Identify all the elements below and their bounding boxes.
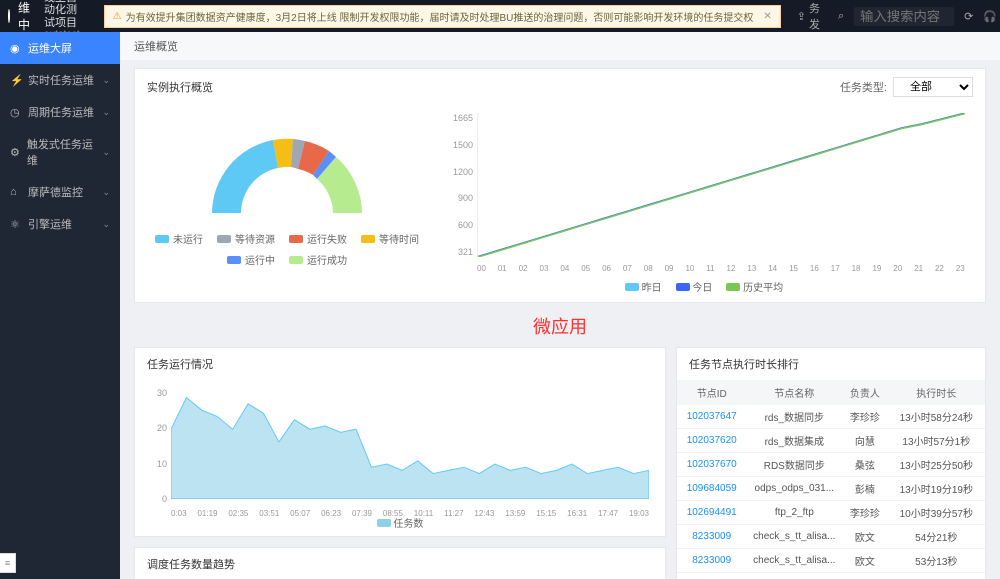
nav-icon: ⚡: [10, 74, 22, 86]
area-chart: 3020100 0:0301:1902:3503:5105:0706:2307:…: [147, 388, 653, 528]
legend-item[interactable]: 运行失败: [289, 231, 347, 246]
nav-icon: ◷: [10, 106, 22, 118]
node-id-link[interactable]: 102037647: [677, 405, 746, 429]
legend-item[interactable]: 等待资源: [217, 231, 275, 246]
legend-item[interactable]: 历史平均: [726, 279, 783, 294]
card-title: 任务运行情况: [147, 356, 213, 372]
sidebar-expand-tab[interactable]: ≡: [0, 553, 16, 573]
filter-label: 任务类型:: [840, 79, 887, 95]
node-id-link[interactable]: 8233009: [677, 549, 746, 573]
topbar: 运维中心 线上自动化测试项目 autotest ⚠ 为有效提升集团数据资产健康度…: [0, 0, 1000, 32]
chevron-down-icon: ⌄: [102, 147, 110, 158]
table-row: 8233009check_s_tt_alisa...欧文53分13秒: [677, 549, 985, 573]
line-chart: 166515001200900600321 000102030405060708…: [443, 113, 965, 273]
legend-item[interactable]: 运行成功: [289, 252, 347, 267]
search-input[interactable]: [854, 7, 954, 26]
table-row: 8233009check_s_tt_alisa...欧文54分21秒: [677, 525, 985, 549]
donut-chart: [197, 113, 377, 223]
logo-icon: [8, 9, 10, 23]
nav-icon: ⚛: [10, 218, 22, 230]
node-id-link[interactable]: 8233009: [677, 573, 746, 579]
main-content: 运维概览 实例执行概览 任务类型: 全部: [120, 32, 1000, 579]
node-id-link[interactable]: 102037670: [677, 453, 746, 477]
micro-app-label: 微应用: [134, 313, 986, 339]
donut-chart-section: 未运行等待资源运行失败等待时间运行中运行成功: [147, 113, 427, 294]
task-type-select[interactable]: 全部: [893, 77, 973, 97]
search-icon: ⌕: [838, 10, 844, 23]
sidebar-item-5[interactable]: ⚛引擎运维⌄: [0, 208, 120, 240]
headset-icon[interactable]: 🎧: [983, 10, 997, 23]
node-duration-rank-card: 任务节点执行时长排行 节点ID节点名称负责人执行时长 102037647rds_…: [676, 347, 986, 579]
table-row: 8233009check_s_tt_alisa...欧文52分15秒: [677, 573, 985, 579]
node-id-link[interactable]: 102694491: [677, 501, 746, 525]
chevron-down-icon: ⌄: [102, 187, 110, 198]
task-run-card: 任务运行情况 3020100 0:0301:1902:3503:5105:070…: [134, 347, 666, 537]
table-header: 负责人: [842, 380, 887, 405]
table-header: 节点ID: [677, 380, 746, 405]
legend-item[interactable]: 未运行: [155, 231, 203, 246]
table-row: 102694491ftp_2_ftp李珍珍10小时39分57秒: [677, 501, 985, 525]
instance-overview-card: 实例执行概览 任务类型: 全部: [134, 68, 986, 303]
node-id-link[interactable]: 109684059: [677, 477, 746, 501]
rank-table: 节点ID节点名称负责人执行时长 102037647rds_数据同步李珍珍13小时…: [677, 380, 985, 579]
chevron-down-icon: ⌄: [102, 75, 110, 86]
legend-item[interactable]: 运行中: [227, 252, 275, 267]
card-title: 实例执行概览: [147, 79, 213, 95]
publish-icon: ⇪: [797, 10, 806, 23]
node-id-link[interactable]: 8233009: [677, 525, 746, 549]
breadcrumb: 运维概览: [120, 32, 1000, 60]
table-row: 102037647rds_数据同步李珍珍13小时58分24秒: [677, 405, 985, 429]
alert-text: 为有效提升集团数据资产健康度，3月2日将上线 限制开发权限功能，届时请及时处理B…: [126, 9, 754, 24]
legend-item[interactable]: 昨日: [625, 279, 662, 294]
table-row: 102037620rds_数据集成向慧13小时57分1秒: [677, 429, 985, 453]
legend-item[interactable]: 今日: [676, 279, 713, 294]
sidebar-item-4[interactable]: ⌂摩萨德监控⌄: [0, 176, 120, 208]
warning-icon: ⚠: [113, 11, 122, 22]
table-row: 109684059odps_odps_031...彭楠13小时19分19秒: [677, 477, 985, 501]
nav-icon: ◉: [10, 42, 22, 54]
project-name: 线上自动化测试项目: [44, 0, 80, 29]
line-chart-section: 166515001200900600321 000102030405060708…: [443, 113, 973, 294]
close-icon[interactable]: ✕: [763, 11, 771, 22]
card-title: 调度任务数量趋势: [147, 556, 235, 572]
sidebar-item-3[interactable]: ⚙触发式任务运维⌄: [0, 128, 120, 176]
refresh-icon[interactable]: ⟳: [964, 10, 973, 23]
sidebar-item-0[interactable]: ◉运维大屏: [0, 32, 120, 64]
donut-legend: 未运行等待资源运行失败等待时间运行中运行成功: [147, 231, 427, 267]
table-row: 102037670RDS数据同步桑弦13小时25分50秒: [677, 453, 985, 477]
sidebar: ◉运维大屏⚡实时任务运维⌄◷周期任务运维⌄⚙触发式任务运维⌄⌂摩萨德监控⌄⚛引擎…: [0, 32, 120, 579]
legend-item[interactable]: 等待时间: [361, 231, 419, 246]
schedule-task-trend-card: 调度任务数量趋势 2200: [134, 547, 666, 579]
table-header: 节点名称: [746, 380, 842, 405]
sidebar-item-1[interactable]: ⚡实时任务运维⌄: [0, 64, 120, 96]
chevron-down-icon: ⌄: [102, 107, 110, 118]
chevron-down-icon: ⌄: [102, 219, 110, 230]
sidebar-item-2[interactable]: ◷周期任务运维⌄: [0, 96, 120, 128]
nav-icon: ⚙: [10, 146, 21, 158]
table-header: 执行时长: [888, 380, 985, 405]
alert-banner: ⚠ 为有效提升集团数据资产健康度，3月2日将上线 限制开发权限功能，届时请及时处…: [104, 5, 781, 28]
nav-icon: ⌂: [10, 186, 22, 198]
node-id-link[interactable]: 102037620: [677, 429, 746, 453]
line-legend: 昨日 今日 历史平均: [443, 279, 965, 294]
card-title: 任务节点执行时长排行: [689, 356, 799, 372]
